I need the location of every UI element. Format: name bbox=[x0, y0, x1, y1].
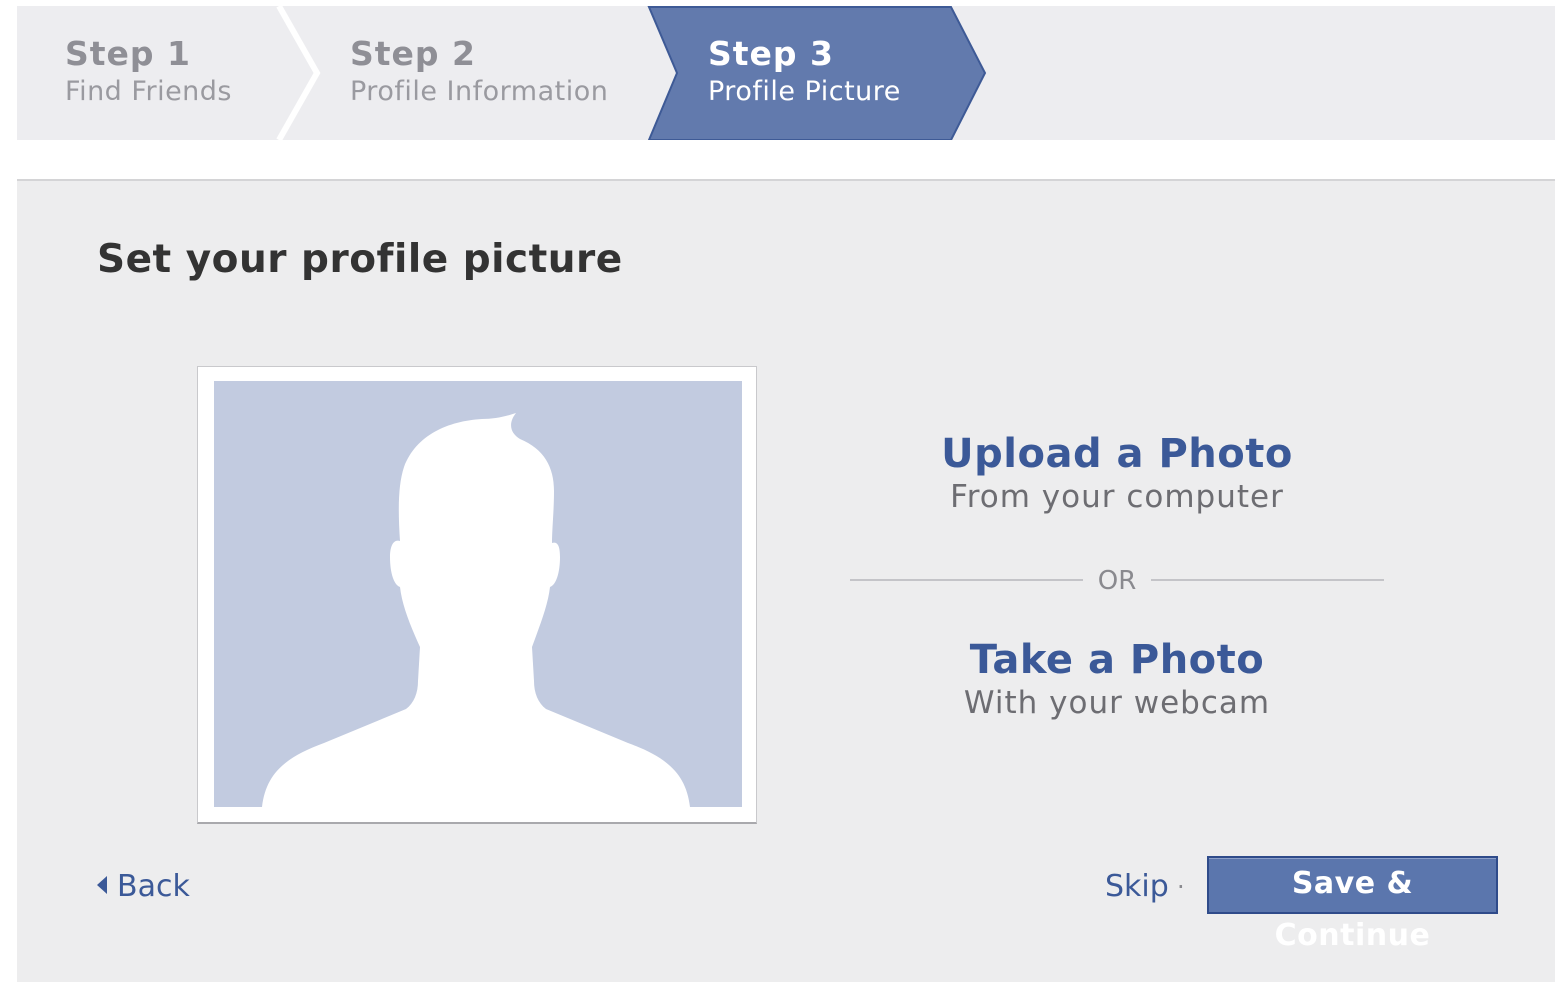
step-number: Step 2 bbox=[350, 34, 476, 73]
back-link[interactable]: Back bbox=[97, 867, 190, 907]
separator-line-right bbox=[1151, 579, 1384, 581]
or-label: OR bbox=[1097, 566, 1137, 596]
caret-left-icon bbox=[97, 876, 107, 894]
step-number: Step 3 bbox=[708, 34, 834, 73]
profile-photo-frame bbox=[197, 366, 757, 824]
step-profile-picture: Step 3 Profile Picture bbox=[708, 34, 901, 110]
step-name: Profile Picture bbox=[708, 76, 901, 107]
take-photo-option: Take a Photo With your webcam bbox=[850, 637, 1384, 723]
step-find-friends[interactable]: Step 1 Find Friends bbox=[65, 34, 232, 110]
step-number: Step 1 bbox=[65, 34, 191, 73]
page-title: Set your profile picture bbox=[97, 237, 623, 282]
save-continue-button[interactable]: Save & Continue bbox=[1207, 856, 1498, 953]
take-photo-link[interactable]: Take a Photo bbox=[850, 637, 1384, 683]
or-separator: OR bbox=[850, 561, 1384, 601]
upload-photo-subtitle: From your computer bbox=[950, 479, 1284, 515]
take-photo-subtitle: With your webcam bbox=[963, 685, 1271, 721]
skip-link[interactable]: Skip bbox=[1105, 867, 1169, 907]
step-name: Profile Information bbox=[350, 76, 609, 107]
step-profile-information[interactable]: Step 2 Profile Information bbox=[350, 34, 608, 110]
back-label: Back bbox=[117, 869, 190, 904]
upload-photo-link[interactable]: Upload a Photo bbox=[850, 431, 1384, 477]
default-profile-silhouette-icon bbox=[214, 381, 742, 807]
step-name: Find Friends bbox=[65, 76, 232, 107]
step-progress-bar: Step 1 Find Friends Step 2 Profile Infor… bbox=[17, 6, 1555, 140]
profile-picture-panel: Set your profile picture Upload a Photo … bbox=[17, 179, 1555, 982]
signup-wizard-page: Step 1 Find Friends Step 2 Profile Infor… bbox=[0, 0, 1555, 982]
upload-photo-option: Upload a Photo From your computer bbox=[850, 431, 1384, 517]
link-separator-dot: · bbox=[1177, 873, 1185, 901]
